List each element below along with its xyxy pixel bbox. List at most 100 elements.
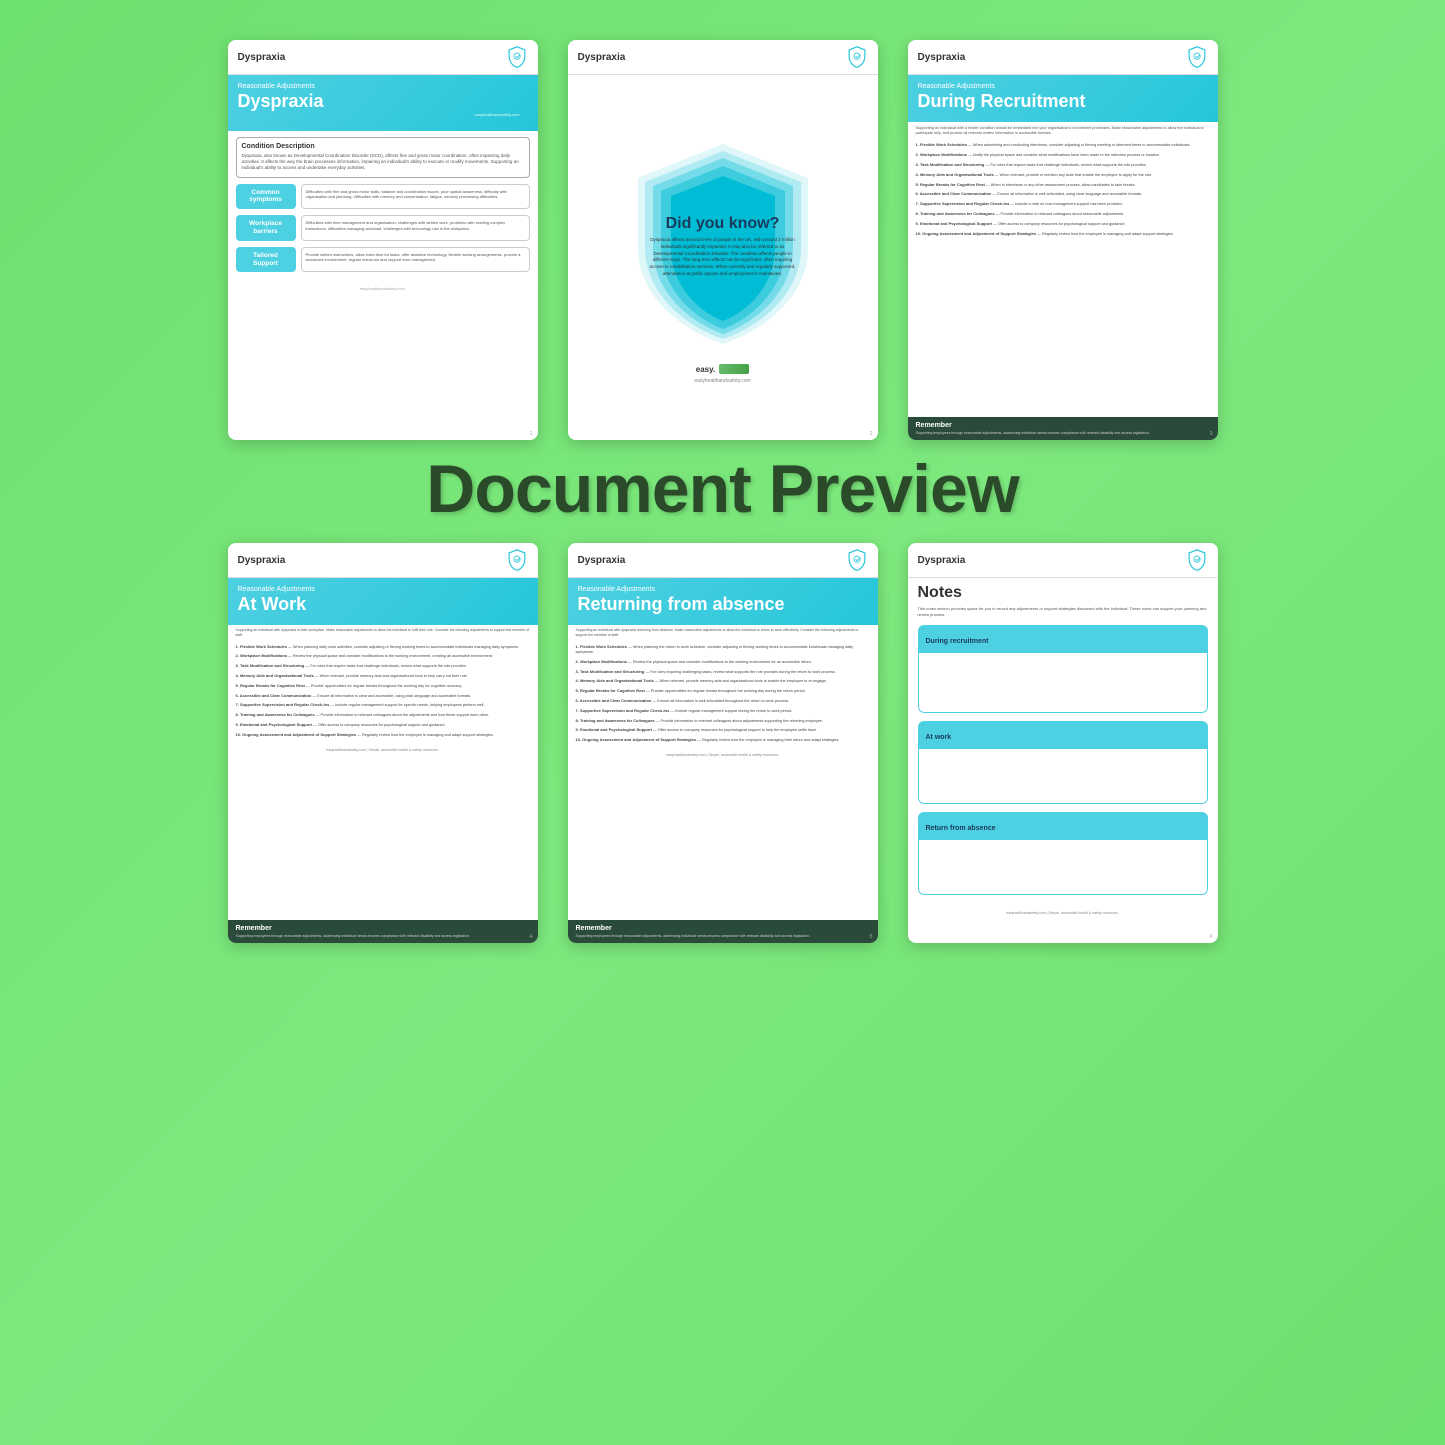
page4-blue-section: Reasonable Adjustments At Work: [228, 578, 538, 625]
page3-item-3: 3. Task Modification and Structuring — F…: [916, 162, 1210, 168]
symptoms-row: Common symptoms Difficulties with fine a…: [236, 184, 530, 210]
notes-section: Notes This notes section provides space …: [908, 578, 1218, 909]
page4-remember-bar: Remember Supporting employees through re…: [228, 920, 538, 943]
barriers-row: Workplace barriers Difficulties with tim…: [236, 215, 530, 241]
notes-desc: This notes section provides space for yo…: [918, 606, 1208, 617]
page4-item-4: 4. Memory Aids and Organisational Tools …: [236, 673, 530, 679]
notes-box-recruitment: During recruitment: [918, 625, 1208, 713]
notes-box-return-content[interactable]: [918, 840, 1208, 895]
symptoms-content: Difficulties with fine and gross motor s…: [301, 184, 530, 210]
support-row: Tailored Support Provide written instruc…: [236, 247, 530, 273]
page-title: Document Preview: [426, 450, 1018, 528]
condition-text: Dyspraxia, also known as Developmental C…: [242, 153, 524, 172]
page5-item-9: 9. Emotional and Psychological Support —…: [576, 727, 870, 733]
condition-title: Condition Description: [242, 143, 524, 150]
document-card-4[interactable]: Dyspraxia Reasonable Adjustments At Work…: [228, 543, 538, 943]
page4-number: 4: [530, 934, 533, 940]
document-card-5[interactable]: Dyspraxia Reasonable Adjustments Returni…: [568, 543, 878, 943]
page3-item-1: 1. Flexible Work Schedules — When advert…: [916, 142, 1210, 148]
page5-footer: easyhealthandsafety.com | Simple, access…: [568, 751, 878, 775]
notes-box-return-header: Return from absence: [918, 812, 1208, 840]
document-card-3[interactable]: Dyspraxia Reasonable Adjustments During …: [908, 40, 1218, 440]
page3-item-7: 7. Supportive Supervision and Regular Ch…: [916, 201, 1210, 207]
page3-item-6: 6. Accessible and Clear Communication — …: [916, 191, 1210, 197]
page5-heading: Returning from absence: [578, 595, 868, 615]
page5-item-10: 10. Ongoing Assessment and Adjustment of…: [576, 737, 870, 743]
support-label: Tailored Support: [241, 252, 291, 268]
document-card-6[interactable]: Dyspraxia Notes This notes section provi…: [908, 543, 1218, 943]
notes-box-recruitment-content[interactable]: [918, 653, 1208, 713]
page5-remember-title: Remember: [576, 925, 870, 932]
card-title-3: Dyspraxia: [918, 52, 966, 63]
page5-list: 1. Flexible Work Schedules — When planni…: [568, 640, 878, 751]
notes-box-recruitment-title: During recruitment: [926, 638, 989, 645]
card-header-6: Dyspraxia: [908, 543, 1218, 578]
shield-icon-6: [1186, 549, 1208, 571]
page4-item-9: 9. Emotional and Psychological Support —…: [236, 722, 530, 728]
page5-item-6: 6. Accessible and Clear Communication — …: [576, 698, 870, 704]
page3-remember-title: Remember: [916, 422, 1210, 429]
support-content: Provide written instructions, allow extr…: [301, 247, 530, 273]
shield-icon-2: [846, 46, 868, 68]
page4-item-2: 2. Workplace Modifications — Review the …: [236, 653, 530, 659]
page3-remember-text: Supporting employees through reasonable …: [916, 431, 1210, 435]
page3-item-5: 5. Regular Breaks for Cognitive Rest — W…: [916, 182, 1210, 188]
page5-item-2: 2. Workplace Modifications — Review the …: [576, 659, 870, 665]
page4-ra-label: Reasonable Adjustments: [238, 586, 528, 593]
document-card-1[interactable]: Dyspraxia Reasonable Adjustments Dysprax…: [228, 40, 538, 440]
page1-ra-label: Reasonable Adjustments: [238, 83, 528, 90]
notes-box-atwork-content[interactable]: [918, 749, 1208, 804]
card-title-1: Dyspraxia: [238, 52, 286, 63]
notes-box-atwork-header: At work: [918, 721, 1208, 749]
page3-desc: Supporting an individual with a health c…: [908, 122, 1218, 139]
card-header-2: Dyspraxia: [568, 40, 878, 75]
page3-item-10: 10. Ongoing Assessment and Adjustment of…: [916, 231, 1210, 237]
page4-item-10: 10. Ongoing Assessment and Adjustment of…: [236, 732, 530, 738]
support-label-box: Tailored Support: [236, 247, 296, 273]
page2-number: 2: [870, 431, 873, 437]
title-section: Document Preview: [426, 440, 1018, 543]
page4-desc: Supporting an individual with dyspraxia …: [228, 625, 538, 640]
page4-item-1: 1. Flexible Work Schedules — When planni…: [236, 644, 530, 650]
page4-heading: At Work: [238, 595, 528, 615]
page5-ra-label: Reasonable Adjustments: [578, 586, 868, 593]
page3-list: 1. Flexible Work Schedules — When advert…: [908, 138, 1218, 244]
notes-box-return-title: Return from absence: [926, 825, 996, 832]
page4-item-6: 6. Accessible and Clear Communication — …: [236, 693, 530, 699]
shield-container: Did you know? Dyspraxia affects around 5…: [623, 136, 823, 356]
page6-number: 6: [1210, 934, 1213, 940]
notes-box-atwork: At work: [918, 721, 1208, 804]
page4-footer: easyhealthandsafety.com | Simple, access…: [228, 746, 538, 770]
notes-box-atwork-title: At work: [926, 734, 952, 741]
page3-item-4: 4. Memory Aids and Organisational Tools …: [916, 172, 1210, 178]
page3-heading: During Recruitment: [918, 92, 1208, 112]
easy-badge-text: easy.: [696, 365, 715, 374]
page5-number: 5: [870, 934, 873, 940]
notes-box-recruitment-header: During recruitment: [918, 625, 1208, 653]
page5-item-4: 4. Memory Aids and Organisational Tools …: [576, 678, 870, 684]
page1-website: easyhealthandsafety.com: [238, 112, 528, 121]
notes-title: Notes: [918, 584, 1208, 602]
page5-remember-text: Supporting employees through reasonable …: [576, 934, 870, 938]
page4-list: 1. Flexible Work Schedules — When planni…: [228, 640, 538, 746]
page5-item-1: 1. Flexible Work Schedules — When planni…: [576, 644, 870, 656]
did-you-know-text-container: Did you know? Dyspraxia affects around 5…: [648, 214, 798, 278]
card-title-5: Dyspraxia: [578, 555, 626, 566]
card-header-5: Dyspraxia: [568, 543, 878, 578]
page4-item-7: 7. Supportive Supervision and Regular Ch…: [236, 702, 530, 708]
page4-remember-title: Remember: [236, 925, 530, 932]
page3-blue-section: Reasonable Adjustments During Recruitmen…: [908, 75, 1218, 122]
condition-box: Condition Description Dyspraxia, also kn…: [236, 137, 530, 178]
top-row: Dyspraxia Reasonable Adjustments Dysprax…: [228, 40, 1218, 440]
page6-footer: easyhealthandsafety.com | Simple, access…: [908, 909, 1218, 917]
document-card-2[interactable]: Dyspraxia: [568, 40, 878, 440]
main-container: Dyspraxia Reasonable Adjustments Dysprax…: [0, 0, 1445, 1445]
easy-badge: easy.: [696, 364, 749, 374]
page5-item-5: 5. Regular Breaks for Cognitive Rest — P…: [576, 688, 870, 694]
did-you-know-body: Dyspraxia affects around 5-6% of people …: [648, 237, 798, 278]
card-title-6: Dyspraxia: [918, 555, 966, 566]
shield-icon-4: [506, 549, 528, 571]
page1-content: Condition Description Dyspraxia, also kn…: [228, 131, 538, 285]
page1-number: 1: [530, 431, 533, 437]
shield-icon-5: [846, 549, 868, 571]
